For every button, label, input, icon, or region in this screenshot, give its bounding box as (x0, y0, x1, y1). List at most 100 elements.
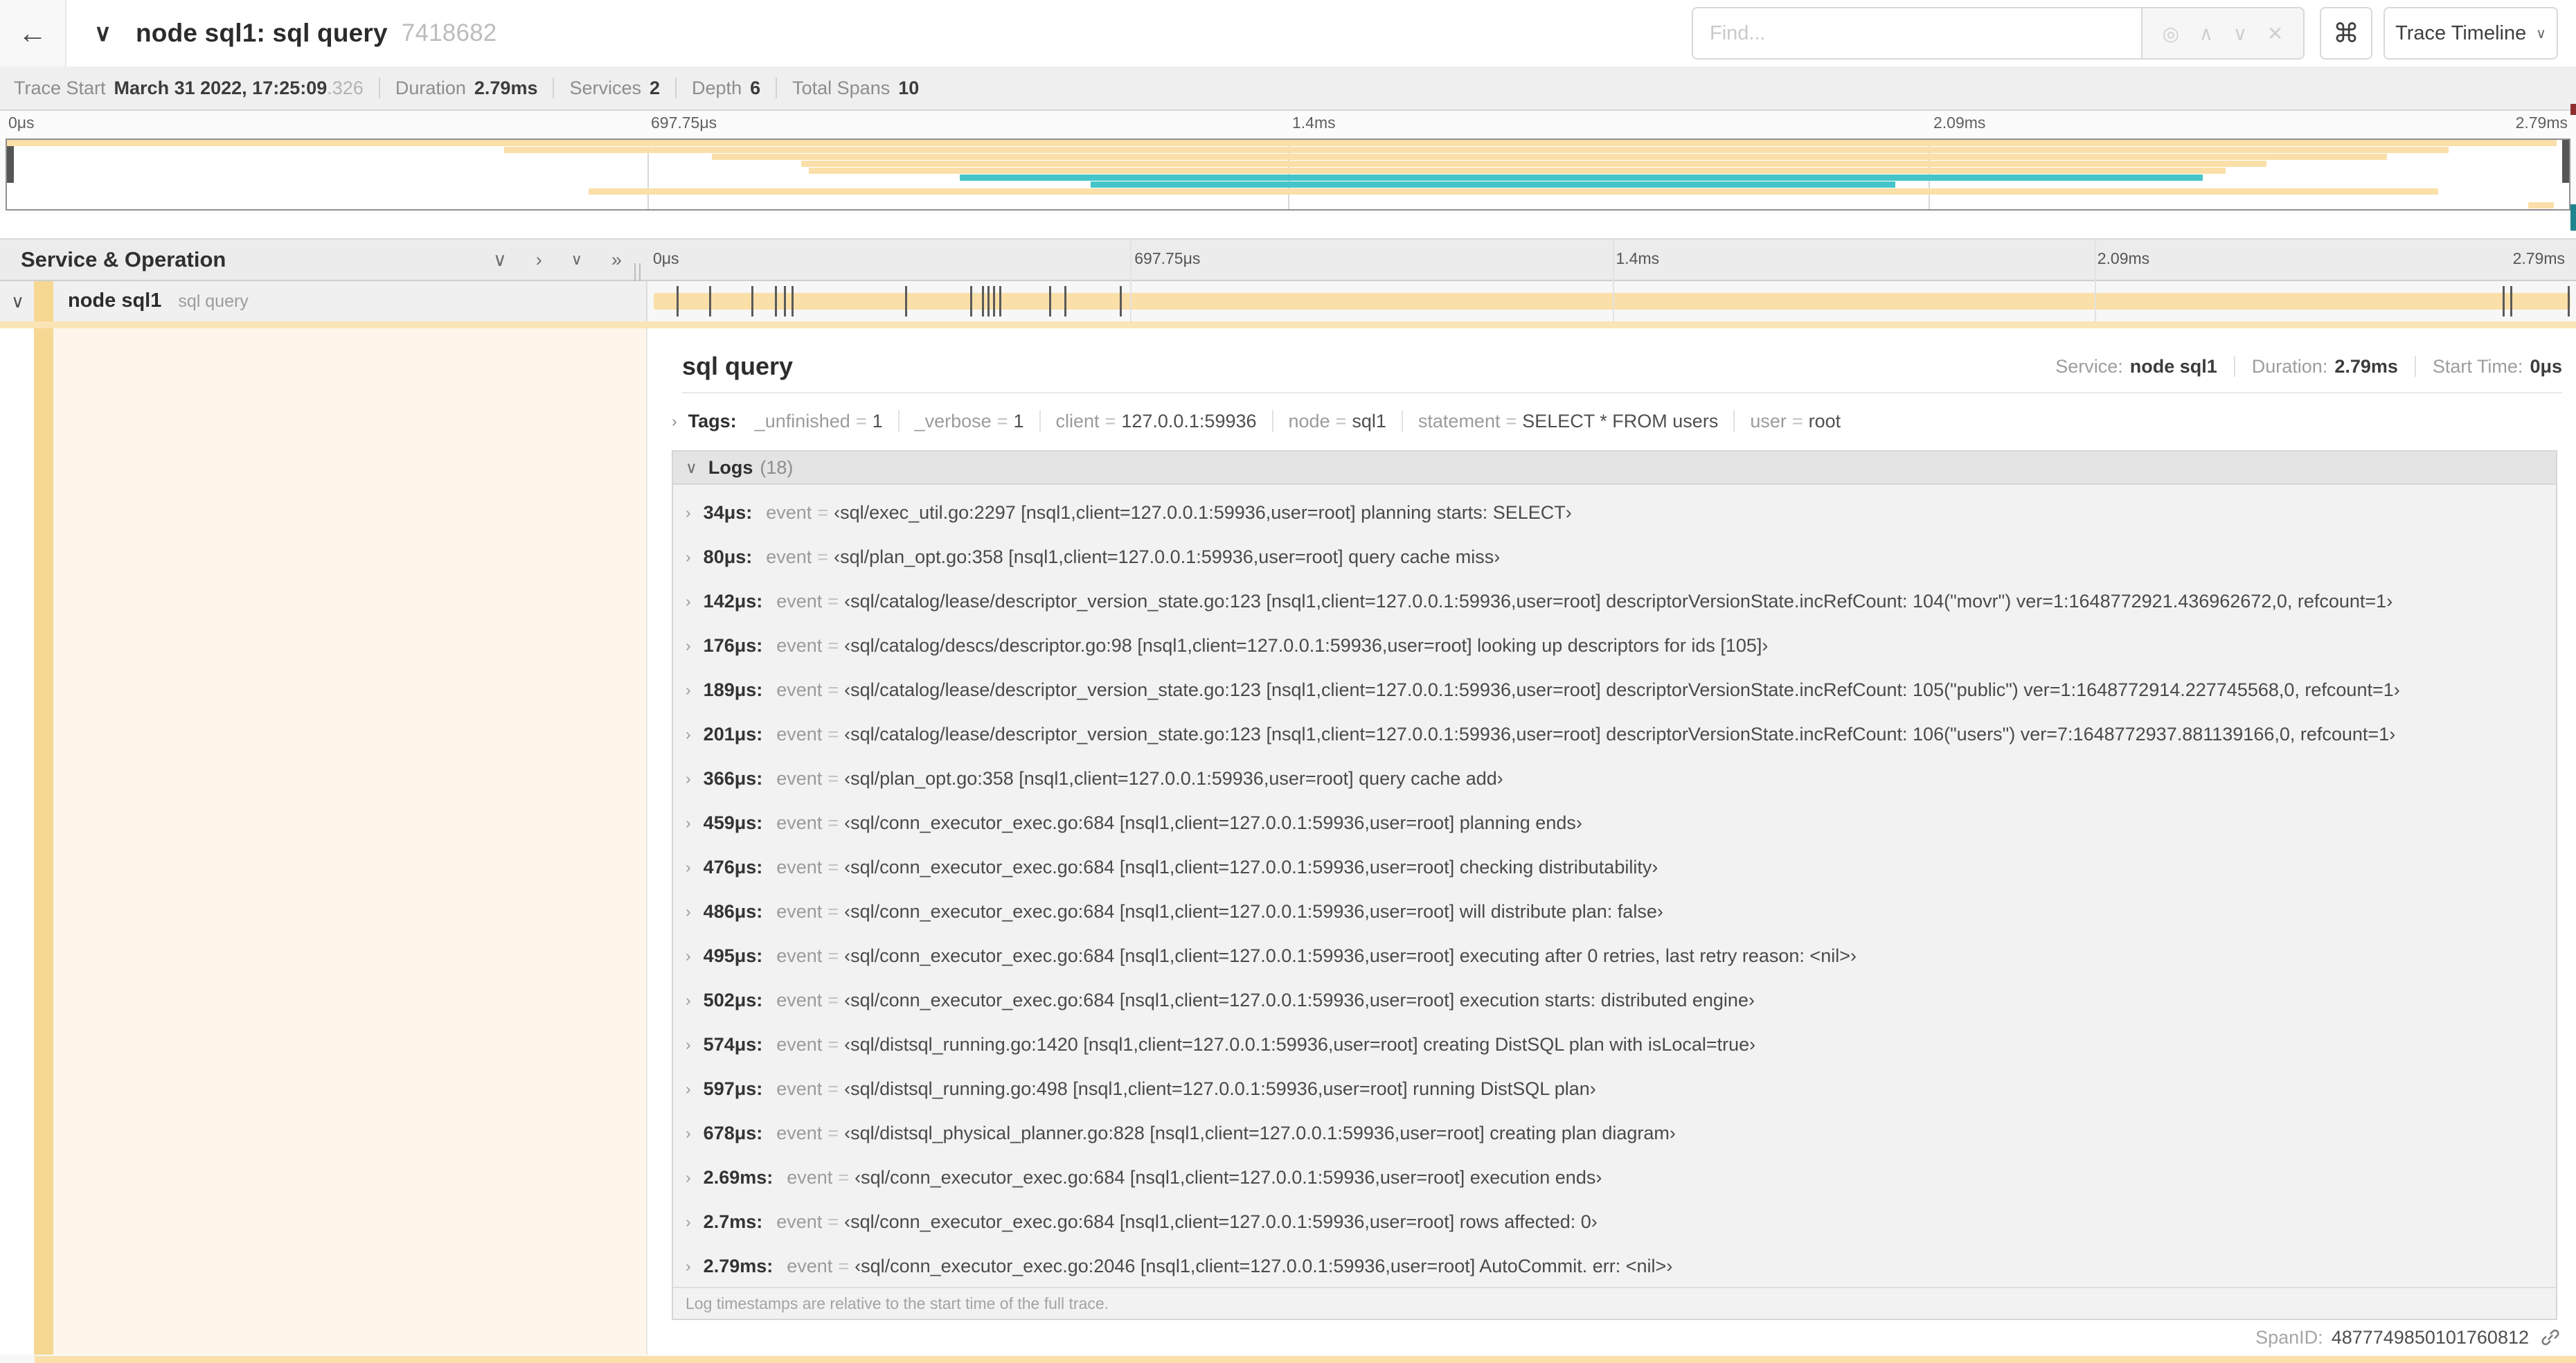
log-marker-tick[interactable] (774, 286, 777, 317)
next-match-icon[interactable]: ∨ (2233, 22, 2248, 45)
detail-indent-fill (53, 328, 646, 1355)
detail-accent-band (0, 321, 2576, 328)
log-marker-tick[interactable] (904, 286, 907, 317)
trace-minimap: 0μs 697.75μs 1.4ms 2.09ms 2.79ms (0, 111, 2576, 213)
chevron-right-icon: › (686, 591, 691, 610)
log-marker-tick[interactable] (1120, 286, 1122, 317)
log-entry-row[interactable]: › 495μs: event = ‹sql/conn_executor_exec.go:… (673, 934, 2556, 978)
log-equals: = (828, 1033, 839, 1055)
log-entry-row[interactable]: › 34μs: event = ‹sql/exec_util.go:2297 [nsql… (673, 490, 2556, 535)
chevron-right-icon: › (686, 813, 691, 832)
log-marker-tick[interactable] (784, 286, 787, 317)
back-button[interactable]: ← (0, 0, 66, 66)
minimap-right-drag-handle[interactable] (2562, 140, 2569, 183)
collapse-controls: ∨ › ∨ ∨ » (493, 240, 622, 280)
log-entry-row[interactable]: › 176μs: event = ‹sql/catalog/descs/descript… (673, 623, 2556, 668)
log-timestamp: 142μs: (703, 590, 763, 612)
span-bar-lane[interactable] (646, 238, 2576, 321)
log-entry-row[interactable]: › 597μs: event = ‹sql/distsql_running.go:498… (673, 1067, 2556, 1111)
log-marker-tick[interactable] (751, 286, 754, 317)
log-marker-tick[interactable] (981, 286, 984, 317)
minimap-left-drag-handle[interactable] (7, 140, 14, 183)
log-equals: = (828, 590, 839, 612)
tags-row[interactable]: › Tags: _unfinished = 1 _verbose = 1 client = 12… (672, 402, 2562, 440)
summary-separator (378, 78, 380, 98)
span-name-column[interactable]: ∨ node sql1 sql query (0, 281, 646, 321)
span-detail-panel: sql query Service: node sql1 Duration: 2.79… (646, 328, 2576, 1355)
log-equals: = (828, 723, 839, 745)
minimap-span-bar (809, 168, 2226, 174)
log-equals: = (828, 1122, 839, 1143)
service-label: node sql1 (68, 289, 162, 312)
locate-icon[interactable]: ◎ (2163, 22, 2179, 45)
log-entry-row[interactable]: › 502μs: event = ‹sql/conn_executor_exec.go:… (673, 978, 2556, 1022)
log-marker-tick[interactable] (677, 286, 679, 317)
log-marker-tick[interactable] (1064, 286, 1066, 317)
log-equals: = (838, 1166, 850, 1188)
log-entry-row[interactable]: › 459μs: event = ‹sql/conn_executor_exec.go:… (673, 801, 2556, 845)
logs-label: Logs (708, 456, 753, 478)
log-entry-row[interactable]: › 189μs: event = ‹sql/catalog/lease/descript… (673, 668, 2556, 712)
trace-name: node sql1: sql query (136, 19, 388, 47)
log-equals: = (828, 679, 839, 700)
tag-equals: = (996, 410, 1008, 431)
log-entry-row[interactable]: › 2.69ms: event = ‹sql/conn_executor_exec.go… (673, 1155, 2556, 1200)
log-marker-tick[interactable] (2568, 286, 2570, 317)
log-marker-tick[interactable] (999, 286, 1001, 317)
log-equals: = (828, 1211, 839, 1232)
chevron-right-icon: › (686, 902, 691, 920)
log-marker-tick[interactable] (1048, 286, 1051, 317)
minimap-span-bar (588, 188, 2439, 195)
log-entry-row[interactable]: › 201μs: event = ‹sql/catalog/lease/descript… (673, 712, 2556, 756)
log-marker-tick[interactable] (709, 286, 712, 317)
log-entry-row[interactable]: › 2.79ms: event = ‹sql/conn_executor_exec.go… (673, 1244, 2556, 1288)
tag-key: _unfinished (754, 410, 850, 431)
log-entry-row[interactable]: › 486μs: event = ‹sql/conn_executor_exec.go:… (673, 889, 2556, 934)
summary-value: 6 (750, 77, 761, 98)
log-entry-row[interactable]: › 366μs: event = ‹sql/plan_opt.go:358 [nsql1… (673, 756, 2556, 801)
log-marker-tick[interactable] (987, 286, 990, 317)
log-field-value: ‹sql/distsql_physical_planner.go:828 [ns… (844, 1122, 1676, 1143)
scrollbar-thumb[interactable] (2570, 104, 2576, 115)
collapse-all-icon[interactable]: ∨ ∨ (571, 252, 582, 267)
collapse-one-icon[interactable]: ∨ (493, 249, 507, 271)
log-timestamp: 176μs: (703, 634, 763, 656)
find-input[interactable] (1692, 7, 2141, 60)
log-entry-row[interactable]: › 2.7ms: event = ‹sql/conn_executor_exec.go:… (673, 1200, 2556, 1244)
log-field-key: event (787, 1255, 833, 1276)
keyboard-shortcuts-button[interactable]: ⌘ (2320, 7, 2372, 60)
logs-count: (18) (760, 456, 794, 478)
summary-value: March 31 2022, 17:25:09.326 (114, 77, 364, 98)
log-field-value: ‹sql/plan_opt.go:358 [nsql1,client=127.0… (844, 767, 1503, 789)
trace-collapse-icon[interactable]: ∨ (94, 0, 111, 66)
clear-search-icon[interactable]: ✕ (2267, 22, 2283, 45)
chevron-right-icon: › (686, 946, 691, 965)
log-marker-tick[interactable] (970, 286, 973, 317)
log-entry-row[interactable]: › 142μs: event = ‹sql/catalog/lease/descript… (673, 579, 2556, 623)
expand-one-icon[interactable]: › (536, 249, 542, 271)
log-entry-row[interactable]: › 476μs: event = ‹sql/conn_executor_exec.go:… (673, 845, 2556, 889)
logs-header[interactable]: ∨ Logs (18) (673, 452, 2556, 485)
link-icon[interactable] (2540, 1327, 2561, 1348)
summary-label: Trace Start (14, 77, 106, 98)
log-timestamp: 502μs: (703, 989, 763, 1010)
span-collapse-icon[interactable]: ∨ (11, 281, 24, 321)
log-field-value: ‹sql/conn_executor_exec.go:684 [nsql1,cl… (844, 1211, 1598, 1232)
log-entry-row[interactable]: › 80μs: event = ‹sql/plan_opt.go:358 [nsql1,… (673, 535, 2556, 579)
log-marker-tick[interactable] (791, 286, 794, 317)
log-marker-tick[interactable] (2510, 286, 2513, 317)
expand-all-icon[interactable]: » (611, 249, 622, 271)
tag-equals: = (1335, 410, 1347, 431)
minimap-canvas[interactable] (6, 139, 2570, 211)
trace-view-dropdown[interactable]: Trace Timeline ∨ (2383, 7, 2558, 60)
log-entry-row[interactable]: › 678μs: event = ‹sql/distsql_physical_plann… (673, 1111, 2556, 1155)
detail-meta-separator (2233, 356, 2235, 377)
log-marker-tick[interactable] (2503, 286, 2505, 317)
log-entry-row[interactable]: › 574μs: event = ‹sql/distsql_running.go:142… (673, 1022, 2556, 1067)
summary-label: Services (569, 77, 641, 98)
prev-match-icon[interactable]: ∧ (2199, 22, 2214, 45)
log-marker-tick[interactable] (993, 286, 996, 317)
log-field-key: event (776, 767, 823, 789)
log-timestamp: 495μs: (703, 945, 763, 966)
column-resize-grip[interactable] (634, 263, 641, 281)
